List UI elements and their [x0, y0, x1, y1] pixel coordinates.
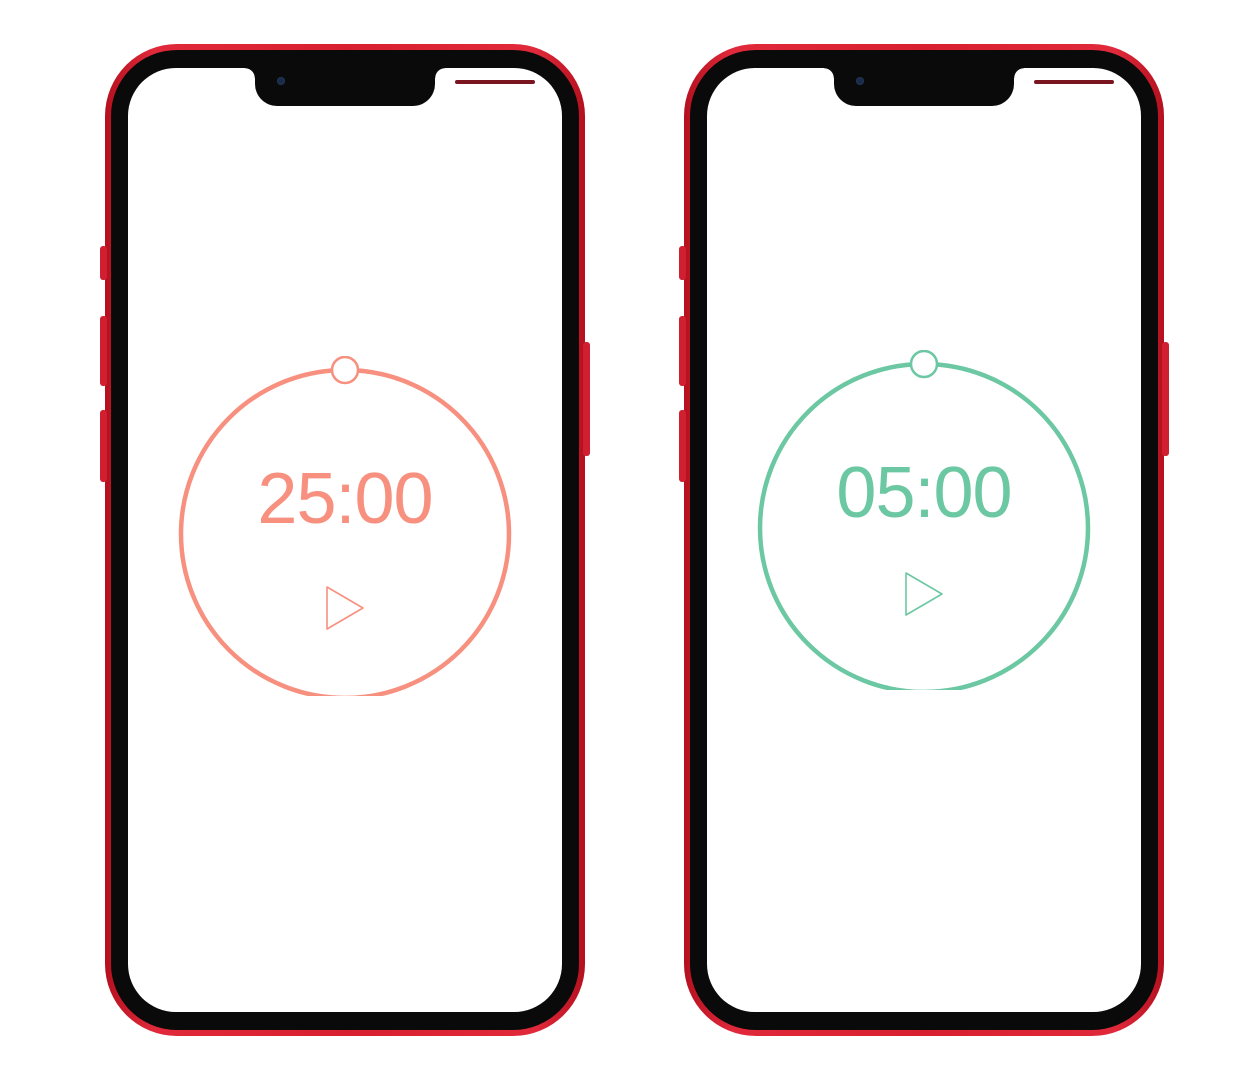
camera-icon — [277, 77, 285, 85]
silent-switch — [679, 246, 686, 280]
speaker-grille — [455, 80, 535, 84]
power-button — [583, 342, 590, 456]
notch — [824, 68, 1114, 106]
timer-ring: 05:00 — [754, 350, 1094, 690]
phone-work: 25:00 — [100, 44, 590, 1036]
timer-ring: 25:00 — [175, 356, 515, 696]
volume-up-button — [679, 316, 686, 386]
volume-down-button — [100, 410, 107, 482]
progress-handle[interactable] — [330, 356, 360, 385]
time-display: 25:00 — [257, 459, 433, 539]
screen: 05:00 — [707, 68, 1141, 1012]
progress-handle[interactable] — [909, 350, 939, 379]
play-button[interactable] — [323, 584, 367, 632]
camera-icon — [856, 77, 864, 85]
play-icon — [326, 586, 364, 630]
notch — [245, 68, 535, 106]
play-button[interactable] — [902, 570, 946, 618]
volume-up-button — [100, 316, 107, 386]
speaker-grille — [1034, 80, 1114, 84]
silent-switch — [100, 246, 107, 280]
screen: 25:00 — [128, 68, 562, 1012]
volume-down-button — [679, 410, 686, 482]
phone-break: 05:00 — [679, 44, 1169, 1036]
time-display: 05:00 — [836, 453, 1012, 533]
play-icon — [905, 572, 943, 616]
power-button — [1162, 342, 1169, 456]
